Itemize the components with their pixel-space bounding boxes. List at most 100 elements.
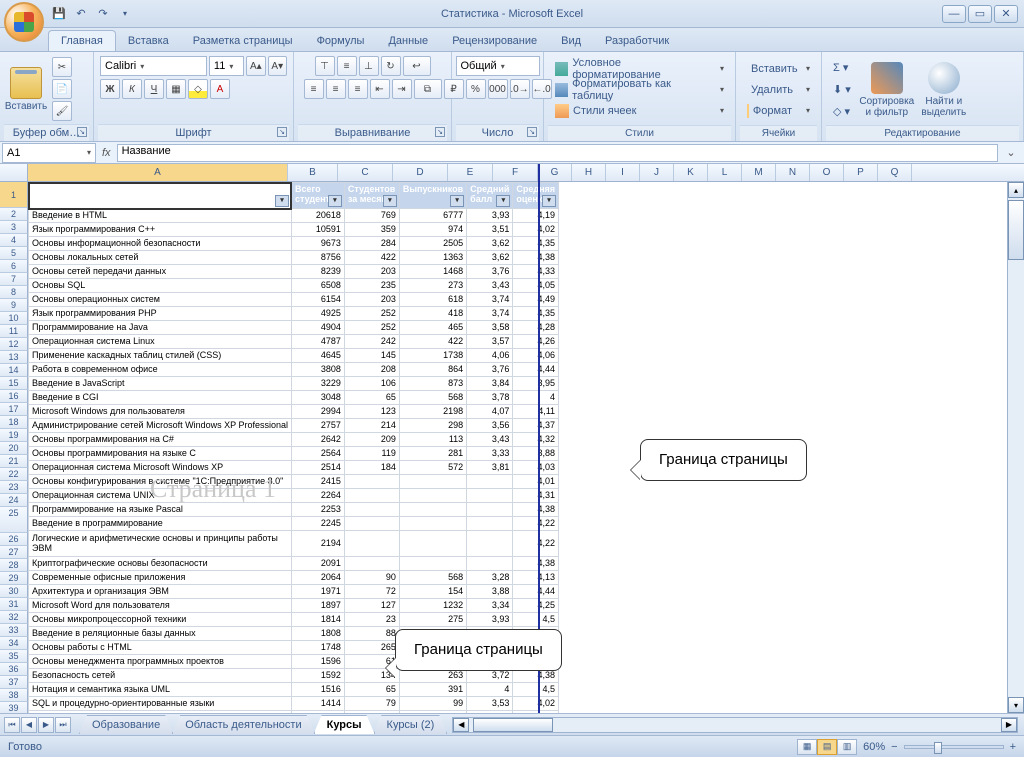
hscroll-right-button[interactable]: ▶ bbox=[1001, 718, 1017, 732]
row-header-15[interactable]: 15 bbox=[0, 377, 28, 390]
cell[interactable]: 113 bbox=[399, 433, 466, 447]
cell[interactable]: 572 bbox=[399, 461, 466, 475]
cell[interactable]: 4,44 bbox=[513, 585, 559, 599]
cell[interactable]: Операционная система UNIX bbox=[29, 489, 292, 503]
cell[interactable]: Безопасность сетей bbox=[29, 669, 292, 683]
cell[interactable]: 123 bbox=[344, 405, 399, 419]
cell[interactable] bbox=[399, 503, 466, 517]
cell[interactable]: 3,93 bbox=[467, 613, 513, 627]
align-right-button[interactable]: ≡ bbox=[348, 79, 368, 99]
cell[interactable]: 4,35 bbox=[513, 307, 559, 321]
cell[interactable]: 3,84 bbox=[467, 377, 513, 391]
cell[interactable]: 8756 bbox=[291, 251, 344, 265]
cell[interactable]: 162 bbox=[399, 711, 466, 714]
cell[interactable]: Операционная система Microsoft Windows X… bbox=[29, 461, 292, 475]
cell[interactable] bbox=[399, 517, 466, 531]
shrink-font-button[interactable]: A▾ bbox=[268, 56, 287, 76]
copy-button[interactable]: 📄 bbox=[52, 79, 72, 99]
cell[interactable]: 1897 bbox=[291, 599, 344, 613]
qat-customize-icon[interactable]: ▾ bbox=[116, 5, 134, 23]
cell[interactable]: 4,06 bbox=[513, 349, 559, 363]
cell[interactable]: Администрирование сетей Microsoft Window… bbox=[29, 419, 292, 433]
row-header-39[interactable]: 39 bbox=[0, 702, 28, 713]
zoom-in-button[interactable]: + bbox=[1010, 741, 1016, 753]
row-header-27[interactable]: 27 bbox=[0, 546, 28, 559]
row-header-14[interactable]: 14 bbox=[0, 364, 28, 377]
row-header-29[interactable]: 29 bbox=[0, 572, 28, 585]
cell[interactable]: 4,01 bbox=[467, 711, 513, 714]
cell[interactable]: 4 bbox=[467, 683, 513, 697]
cell[interactable]: 3,51 bbox=[467, 223, 513, 237]
row-header-1[interactable]: 1 bbox=[0, 182, 28, 208]
row-header-5[interactable]: 5 bbox=[0, 247, 28, 260]
cell[interactable]: Введение в информатику bbox=[29, 711, 292, 714]
cell[interactable]: 65 bbox=[344, 391, 399, 405]
cell[interactable] bbox=[467, 503, 513, 517]
close-button[interactable]: ✕ bbox=[994, 5, 1018, 23]
cell[interactable]: 1738 bbox=[399, 349, 466, 363]
cell[interactable]: 2994 bbox=[291, 405, 344, 419]
cell[interactable]: Введение в JavaScript bbox=[29, 377, 292, 391]
sheet-tab-3[interactable]: Курсы (2) bbox=[374, 715, 448, 734]
row-header-35[interactable]: 35 bbox=[0, 650, 28, 663]
cell[interactable]: 4,02 bbox=[513, 697, 559, 711]
page-layout-view-button[interactable]: ▤ bbox=[817, 739, 837, 755]
cell[interactable]: 203 bbox=[344, 265, 399, 279]
clear-button[interactable]: ◇ ▾ bbox=[828, 102, 856, 122]
cell[interactable]: 4904 bbox=[291, 321, 344, 335]
row-header-18[interactable]: 18 bbox=[0, 416, 28, 429]
sort-filter-button[interactable]: Сортировка и фильтр bbox=[858, 57, 916, 123]
cell[interactable]: 1748 bbox=[291, 641, 344, 655]
cell[interactable]: 422 bbox=[344, 251, 399, 265]
minimize-button[interactable]: ― bbox=[942, 5, 966, 23]
cell[interactable]: 4,28 bbox=[513, 321, 559, 335]
row-header-3[interactable]: 3 bbox=[0, 221, 28, 234]
cell[interactable]: 4,37 bbox=[513, 419, 559, 433]
cell[interactable]: 154 bbox=[399, 585, 466, 599]
cell[interactable]: Основы локальных сетей bbox=[29, 251, 292, 265]
format-painter-button[interactable]: 🖌 bbox=[52, 101, 72, 121]
cell[interactable]: 281 bbox=[399, 447, 466, 461]
zoom-level[interactable]: 60% bbox=[863, 741, 885, 753]
cell[interactable]: 132 bbox=[344, 711, 399, 714]
col-header-Q[interactable]: Q bbox=[878, 164, 912, 181]
cell[interactable]: 1414 bbox=[291, 697, 344, 711]
font-size-combo[interactable]: 11▾ bbox=[209, 56, 244, 76]
cell[interactable]: 72 bbox=[344, 585, 399, 599]
cell[interactable]: 3,74 bbox=[467, 307, 513, 321]
cell[interactable]: 769 bbox=[344, 209, 399, 223]
cell[interactable]: 3,95 bbox=[513, 377, 559, 391]
cell[interactable]: 4,25 bbox=[513, 599, 559, 613]
col-header-E[interactable]: E bbox=[448, 164, 493, 181]
cell[interactable]: 203 bbox=[344, 293, 399, 307]
cell[interactable]: 2253 bbox=[291, 503, 344, 517]
fx-icon[interactable]: fx bbox=[102, 147, 111, 159]
cell[interactable]: 4,31 bbox=[513, 489, 559, 503]
cell[interactable] bbox=[399, 475, 466, 489]
hscroll-thumb[interactable] bbox=[473, 718, 553, 732]
cell[interactable] bbox=[467, 489, 513, 503]
cell[interactable]: 1808 bbox=[291, 627, 344, 641]
increase-indent-button[interactable]: ⇥ bbox=[392, 79, 412, 99]
row-header-34[interactable]: 34 bbox=[0, 637, 28, 650]
zoom-out-button[interactable]: − bbox=[891, 741, 897, 753]
cell[interactable]: 3229 bbox=[291, 377, 344, 391]
page-break-view-button[interactable]: ▥ bbox=[837, 739, 857, 755]
ribbon-tab-6[interactable]: Вид bbox=[549, 31, 593, 51]
number-format-combo[interactable]: Общий▾ bbox=[456, 56, 540, 76]
table-header[interactable]: Название bbox=[29, 183, 292, 209]
cell[interactable]: 4645 bbox=[291, 349, 344, 363]
cell[interactable]: Microsoft Windows для пользователя bbox=[29, 405, 292, 419]
cell[interactable]: 2194 bbox=[291, 531, 344, 557]
cell[interactable]: 359 bbox=[344, 223, 399, 237]
cell[interactable]: 2198 bbox=[399, 405, 466, 419]
cell[interactable]: 4,35 bbox=[513, 237, 559, 251]
cell[interactable]: 184 bbox=[344, 461, 399, 475]
cell[interactable]: 242 bbox=[344, 335, 399, 349]
clipboard-dialog-icon[interactable]: ↘ bbox=[77, 127, 87, 137]
row-header-33[interactable]: 33 bbox=[0, 624, 28, 637]
sheet-nav-first[interactable]: ⏮ bbox=[4, 717, 20, 733]
cell[interactable]: 2757 bbox=[291, 419, 344, 433]
cell[interactable]: Основы SQL bbox=[29, 279, 292, 293]
row-header-23[interactable]: 23 bbox=[0, 481, 28, 494]
